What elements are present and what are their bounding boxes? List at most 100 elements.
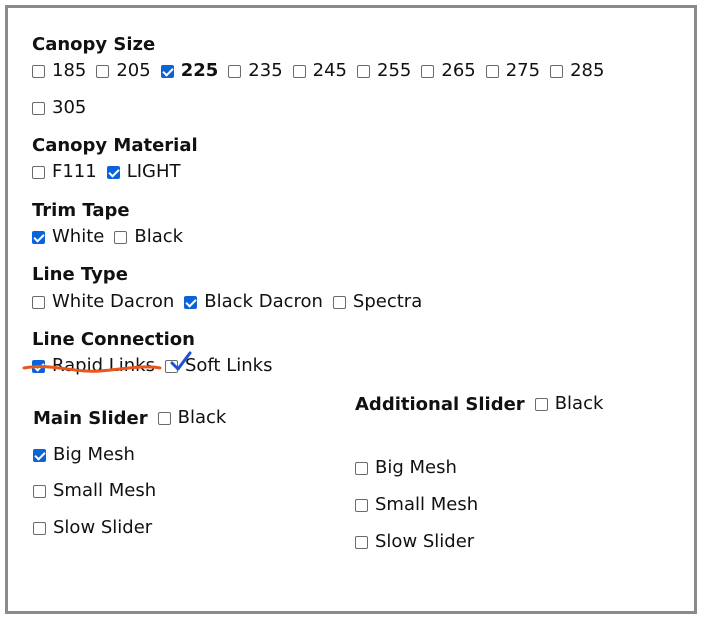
main-slider-row-slow-slider: Slow Slider — [33, 516, 162, 540]
size-option-235[interactable]: 235 — [228, 60, 283, 82]
main-slider-option-big-mesh[interactable]: Big Mesh — [33, 444, 135, 466]
option-label: Big Mesh — [375, 457, 457, 478]
checkbox[interactable] — [355, 461, 368, 475]
option-label: 255 — [377, 60, 412, 81]
trim-option-white[interactable]: White — [32, 226, 104, 248]
size-option-245[interactable]: 245 — [292, 60, 348, 82]
connection-option-soft-links[interactable]: Soft Links — [164, 355, 273, 377]
checkbox[interactable] — [292, 64, 306, 78]
checkbox-checked[interactable] — [33, 448, 46, 462]
line-type-row: White Dacron Black Dacron Spectra — [32, 290, 432, 314]
additional-slider-option-small-mesh[interactable]: Small Mesh — [355, 494, 478, 516]
option-label: LIGHT — [126, 161, 181, 182]
checkbox[interactable] — [550, 64, 564, 78]
main-slider-row-big-mesh: Big Mesh — [33, 443, 145, 467]
size-option-305[interactable]: 305 — [32, 97, 86, 119]
option-label: 225 — [180, 60, 219, 81]
checkbox[interactable] — [32, 64, 45, 78]
checkbox-checked[interactable] — [106, 165, 120, 179]
trim-option-black[interactable]: Black — [114, 226, 183, 248]
checkbox[interactable] — [32, 165, 45, 179]
option-label: 275 — [505, 60, 541, 81]
option-label: Big Mesh — [53, 444, 135, 465]
option-label: White Dacron — [52, 291, 175, 312]
option-label: 245 — [312, 60, 348, 81]
main-slider-row-small-mesh: Small Mesh — [33, 479, 166, 503]
canopy-size-row-1: 185 205 225 235 245 255 265 275 285 — [32, 59, 614, 83]
checkbox[interactable] — [534, 397, 548, 411]
checkbox[interactable] — [357, 64, 371, 78]
line-option-white-dacron[interactable]: White Dacron — [32, 291, 174, 313]
main-slider-option-small-mesh[interactable]: Small Mesh — [33, 480, 156, 502]
canopy-size-heading: Canopy Size — [32, 34, 156, 55]
trim-tape-heading: Trim Tape — [32, 200, 130, 221]
checkbox[interactable] — [164, 359, 178, 373]
checkbox[interactable] — [32, 295, 45, 309]
option-label: Slow Slider — [375, 531, 475, 552]
option-label: F111 — [52, 161, 97, 182]
checkbox[interactable] — [332, 295, 346, 309]
canopy-size-row-2: 305 — [32, 96, 96, 120]
option-label: 285 — [570, 60, 605, 81]
material-option-f111[interactable]: F111 — [32, 161, 97, 183]
additional-slider-option-black[interactable]: Black — [534, 393, 604, 415]
checkbox-checked[interactable] — [160, 64, 174, 78]
additional-slider-header: Additional Slider Black — [355, 392, 613, 416]
option-label: White — [52, 226, 105, 247]
main-slider-option-slow-slider[interactable]: Slow Slider — [33, 517, 152, 539]
checkbox[interactable] — [421, 64, 435, 78]
option-label: Rapid Links — [52, 355, 155, 376]
option-label: 185 — [52, 60, 87, 81]
checkbox[interactable] — [355, 535, 368, 549]
checkbox[interactable] — [33, 484, 46, 498]
checkbox[interactable] — [485, 64, 499, 78]
option-label: 235 — [248, 60, 283, 81]
line-connection-row: Rapid Links Soft Links — [32, 354, 282, 378]
option-label: 265 — [441, 60, 476, 81]
checkbox[interactable] — [157, 411, 171, 425]
main-slider-header: Main Slider Black — [33, 406, 236, 430]
additional-slider-row-big-mesh: Big Mesh — [355, 456, 467, 480]
option-label: 305 — [52, 97, 87, 118]
main-slider-heading: Main Slider — [33, 407, 148, 429]
size-option-275[interactable]: 275 — [485, 60, 541, 82]
size-option-255[interactable]: 255 — [357, 60, 411, 82]
checkbox[interactable] — [32, 101, 45, 115]
canopy-material-row: F111 LIGHT — [32, 160, 191, 184]
trim-tape-row: White Black — [32, 225, 193, 249]
additional-slider-heading: Additional Slider — [355, 393, 525, 415]
line-option-spectra[interactable]: Spectra — [332, 291, 423, 313]
option-label: Small Mesh — [375, 494, 479, 515]
canopy-material-heading: Canopy Material — [32, 135, 198, 156]
line-option-black-dacron[interactable]: Black Dacron — [184, 291, 323, 313]
additional-slider-row-small-mesh: Small Mesh — [355, 493, 488, 517]
option-label: Black — [134, 226, 184, 247]
option-label: Spectra — [352, 291, 423, 312]
size-option-225[interactable]: 225 — [160, 60, 219, 82]
additional-slider-option-slow-slider[interactable]: Slow Slider — [355, 531, 474, 553]
option-label: Small Mesh — [53, 480, 157, 501]
size-option-265[interactable]: 265 — [421, 60, 476, 82]
additional-slider-row-slow-slider: Slow Slider — [355, 530, 484, 554]
size-option-185[interactable]: 185 — [32, 60, 86, 82]
option-label: Slow Slider — [53, 517, 153, 538]
checkbox-checked[interactable] — [184, 295, 198, 309]
checkbox[interactable] — [96, 64, 110, 78]
checkbox-checked[interactable] — [32, 230, 45, 244]
line-type-heading: Line Type — [32, 264, 128, 285]
checkbox[interactable] — [355, 498, 368, 512]
checkbox-checked[interactable] — [32, 359, 45, 373]
main-slider-option-black[interactable]: Black — [157, 407, 226, 429]
line-connection-heading: Line Connection — [32, 329, 195, 350]
connection-option-rapid-links[interactable]: Rapid Links — [32, 355, 155, 377]
material-option-light[interactable]: LIGHT — [106, 161, 181, 183]
option-label: Black — [554, 393, 604, 414]
option-label: Soft Links — [184, 355, 273, 376]
checkbox[interactable] — [228, 64, 242, 78]
checkbox[interactable] — [33, 521, 46, 535]
size-option-285[interactable]: 285 — [550, 60, 604, 82]
option-label: Black Dacron — [204, 291, 323, 312]
additional-slider-option-big-mesh[interactable]: Big Mesh — [355, 457, 457, 479]
checkbox[interactable] — [114, 230, 128, 244]
size-option-205[interactable]: 205 — [96, 60, 151, 82]
